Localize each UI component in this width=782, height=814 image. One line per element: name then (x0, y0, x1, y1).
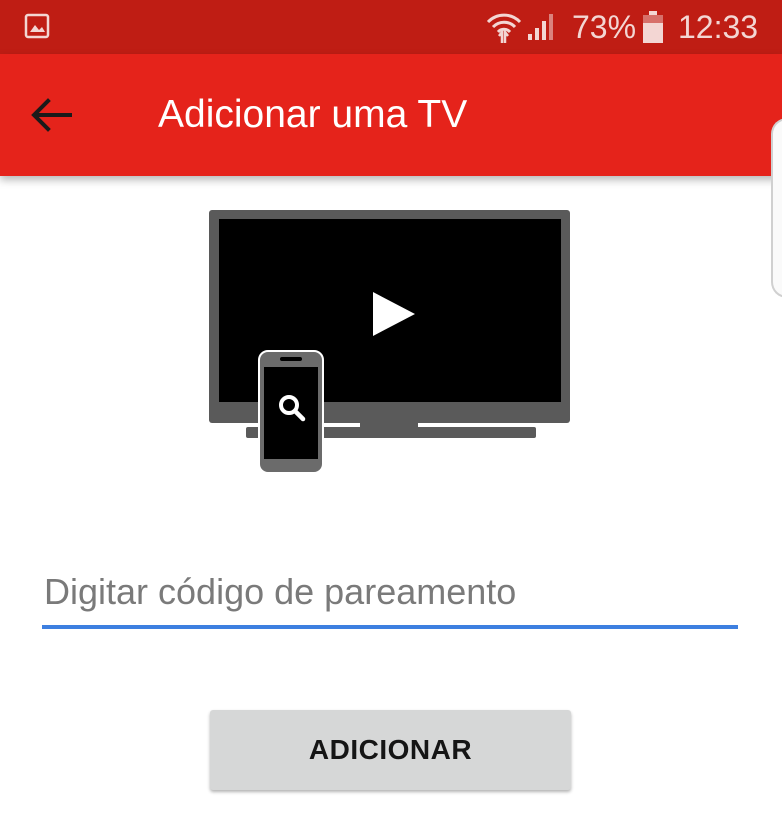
app-bar: Adicionar uma TV (0, 54, 782, 176)
battery-percent: 73% (572, 9, 637, 45)
wifi-icon (486, 13, 522, 43)
status-bar: 73% 12:33 (0, 0, 782, 54)
gallery-icon (24, 13, 50, 39)
input-underline (42, 625, 738, 629)
pairing-code-input[interactable] (42, 566, 738, 624)
clock: 12:33 (678, 9, 759, 45)
tv-illustration (209, 210, 570, 474)
edge-panel-handle[interactable] (771, 118, 782, 298)
back-button[interactable] (22, 84, 82, 144)
add-button[interactable]: ADICIONAR (210, 710, 571, 790)
page-title: Adicionar uma TV (158, 93, 468, 136)
arrow-back-icon (31, 98, 72, 132)
signal-icon (528, 14, 553, 40)
battery-icon (643, 11, 663, 43)
